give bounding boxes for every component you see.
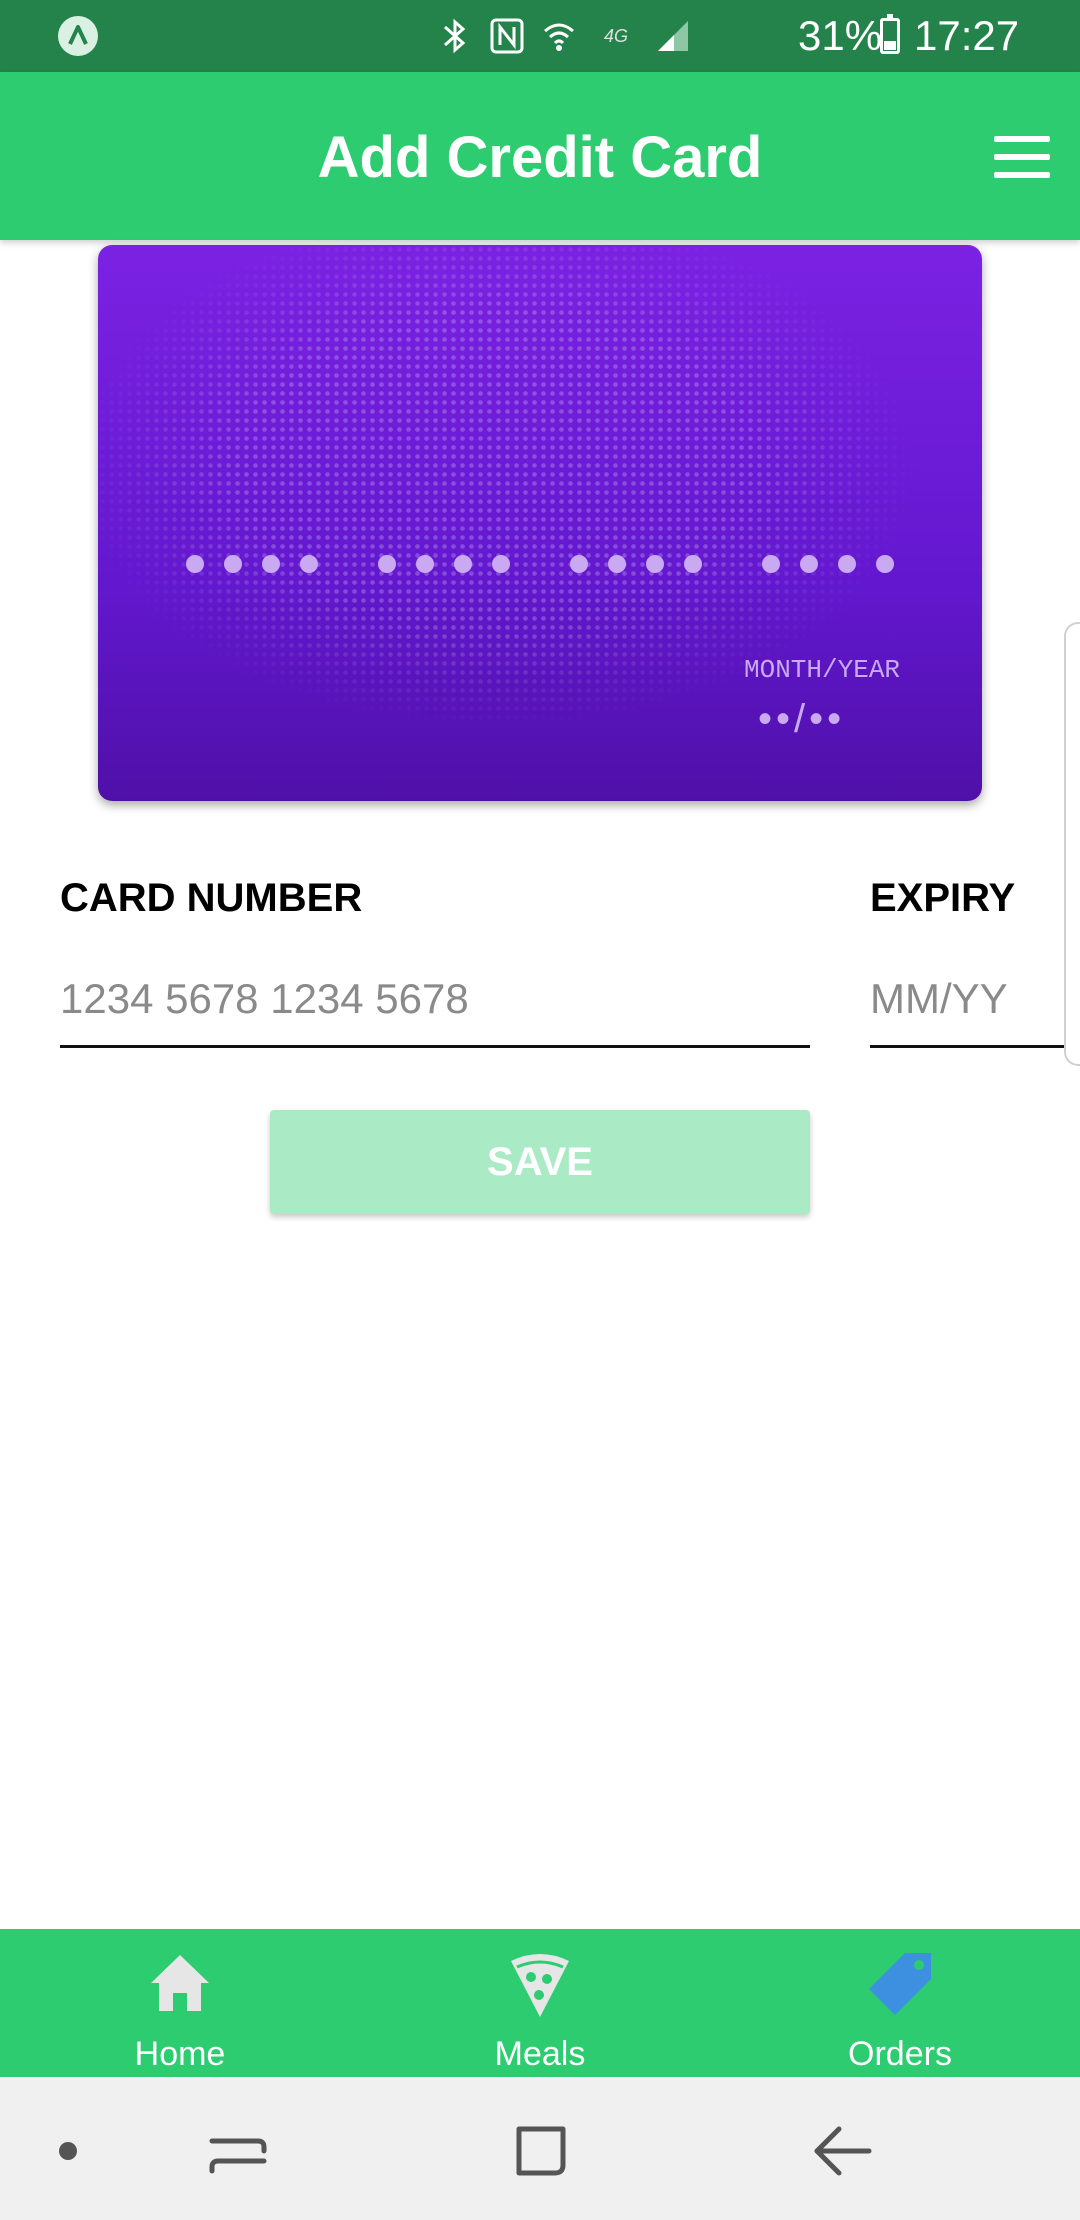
tab-home[interactable]: Home (0, 1929, 360, 2077)
card-number-group (186, 555, 318, 573)
page-title: Add Credit Card (317, 125, 763, 190)
expiry-label: EXPIRY (870, 876, 1016, 920)
edge-panel-handle[interactable] (1064, 622, 1080, 1066)
nav-dot-icon[interactable] (28, 2111, 108, 2191)
pizza-icon (511, 1954, 569, 2017)
card-number-group (570, 555, 702, 573)
recents-icon[interactable] (198, 2111, 278, 2191)
tab-label: Meals (494, 2035, 586, 2073)
wifi-icon (542, 16, 576, 56)
save-button[interactable]: SAVE (270, 1110, 810, 1214)
card-number-group (378, 555, 510, 573)
expiry-input[interactable] (870, 952, 1080, 1048)
card-number-group (762, 555, 894, 573)
tab-label: Orders (848, 2035, 952, 2073)
status-bar: 4G 31% 17:27 (0, 0, 1080, 72)
tab-orders[interactable]: Orders (720, 1929, 1080, 2077)
card-expiry-mask: ••/•• (758, 697, 846, 741)
credit-card-preview: MONTH/YEAR ••/•• (98, 245, 982, 801)
network-type: 4G (603, 25, 628, 46)
battery-icon (880, 14, 900, 54)
battery-percent: 31% (798, 12, 883, 59)
card-expiry-label: MONTH/YEAR (744, 655, 901, 685)
tab-label: Home (134, 2035, 226, 2073)
back-icon[interactable] (803, 2111, 883, 2191)
app-notification-icon (58, 16, 98, 56)
card-number-label: CARD NUMBER (60, 876, 363, 920)
home-square-icon[interactable] (501, 2111, 581, 2191)
nfc-icon (490, 16, 524, 56)
system-nav-bar (0, 2077, 1080, 2220)
world-map-pattern (98, 245, 982, 801)
home-icon (151, 1955, 209, 2011)
signal-icon (656, 16, 690, 56)
clock: 17:27 (914, 12, 1020, 59)
bottom-tab-bar: Home Meals Orders (0, 1929, 1080, 2077)
card-number-mask (186, 555, 894, 573)
hamburger-menu-icon[interactable] (994, 136, 1050, 180)
card-number-input[interactable] (60, 952, 810, 1048)
bluetooth-icon (438, 16, 472, 56)
status-icons: 4G (438, 14, 690, 58)
tag-icon (869, 1953, 931, 2015)
tab-meals[interactable]: Meals (360, 1929, 720, 2077)
app-bar: Add Credit Card (0, 72, 1080, 240)
